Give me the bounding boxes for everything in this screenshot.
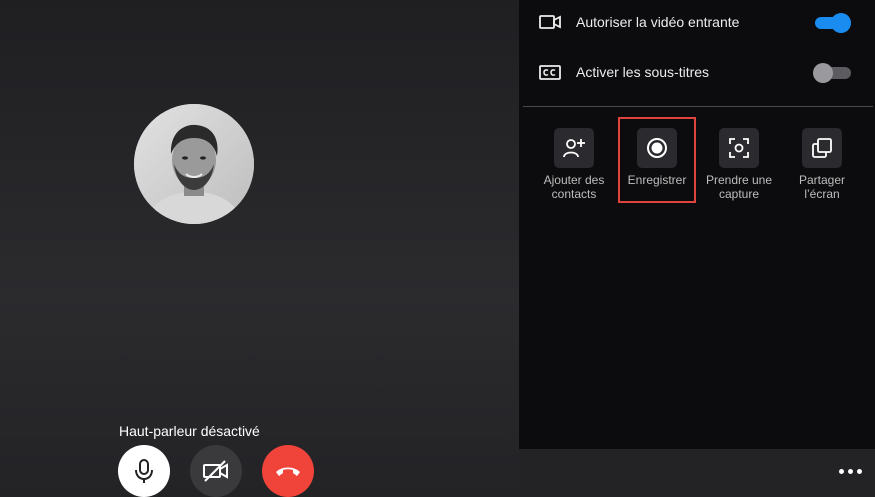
microphone-button[interactable] [118,445,170,497]
screenshot-icon [729,138,749,158]
record-highlight-frame [618,117,696,203]
more-dot-icon [856,468,862,474]
speaker-status: Haut-parleur désactivé [119,423,260,439]
switch-knob [831,13,851,33]
toggle-label: Autoriser la vidéo entrante [576,14,740,30]
action-icon-box [554,128,594,168]
action-label: Ajouter des contacts [543,173,605,201]
participant-photo [134,104,254,224]
toggle-label: Activer les sous-titres [576,64,710,80]
add-contacts-button[interactable]: Ajouter des contacts [533,120,615,206]
action-label: Partager l’écran [798,173,846,201]
screenshot-button[interactable]: Prendre une capture [698,120,780,206]
video-toggle-button[interactable] [190,445,242,497]
more-dot-icon [838,468,844,474]
participant-avatar [134,104,254,224]
phone-hangup-icon [276,467,300,476]
more-options-button[interactable] [834,459,866,483]
action-icon-box [802,128,842,168]
microphone-icon [135,459,153,483]
video-off-icon [203,460,228,482]
incoming-video-switch[interactable] [815,13,851,33]
panel-divider [523,106,873,107]
hang-up-button[interactable] [262,445,314,497]
share-screen-button[interactable]: Partager l’écran [781,120,863,206]
more-dot-icon [847,468,853,474]
add-person-icon [563,139,585,158]
call-options-panel: Autoriser la vidéo entrante Activer les … [519,0,875,449]
video-camera-icon [539,15,561,29]
toggle-row-subtitles[interactable]: Activer les sous-titres [519,50,875,94]
toggle-row-incoming-video[interactable]: Autoriser la vidéo entrante [519,0,875,44]
closed-captions-icon [539,65,561,80]
subtitles-switch[interactable] [813,63,851,83]
action-icon-box [719,128,759,168]
switch-knob [813,63,833,83]
share-screen-icon [812,138,832,158]
bottom-strip [519,449,875,496]
action-label: Prendre une capture [705,173,773,201]
